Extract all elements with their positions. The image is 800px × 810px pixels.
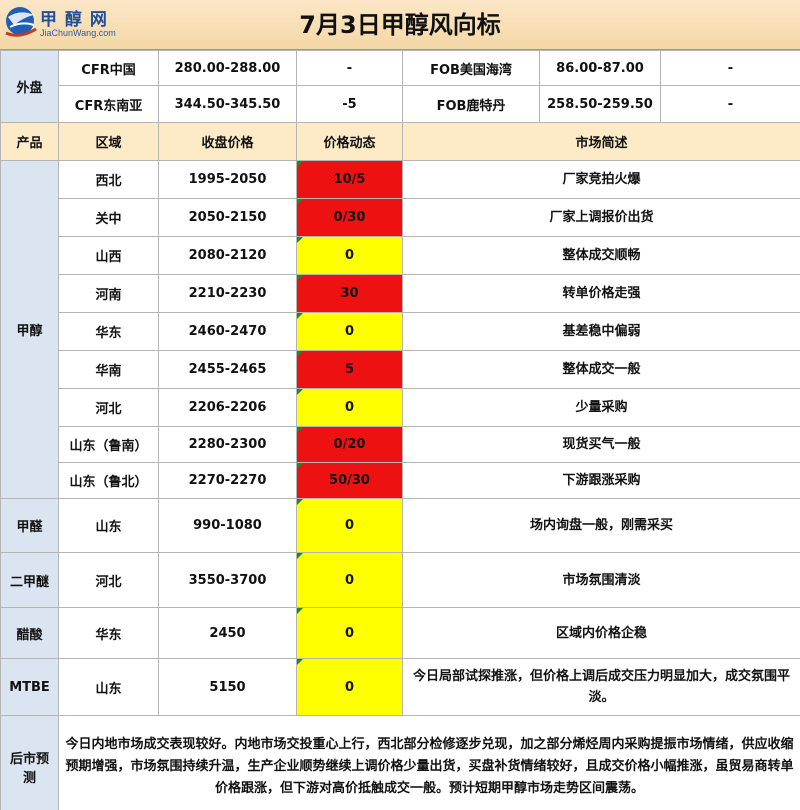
- methanol-row: 山西 2080-2120 0 整体成交顺畅: [1, 236, 800, 275]
- price-cell: 2460-2470: [158, 312, 297, 351]
- external-change: -: [660, 50, 800, 86]
- region-cell: 山东（鲁北）: [58, 462, 159, 499]
- change-cell-flat: 0: [296, 312, 403, 351]
- price-cell: 2280-2300: [158, 426, 297, 463]
- region-cell: 关中: [58, 198, 159, 237]
- product-label: 甲醛: [0, 498, 59, 553]
- price-cell: 2450: [158, 607, 297, 659]
- price-cell: 2270-2270: [158, 462, 297, 499]
- methanol-row: 山东（鲁南） 2280-2300 0/20 现货买气一般: [1, 426, 800, 463]
- methanol-report-sheet: 甲 醇 网 JiaChunWang.com 7月3日甲醇风向标 外盘 CFR中国…: [0, 0, 800, 810]
- change-cell-flat: 0: [296, 388, 403, 427]
- downstream-row: MTBE 山东 5150 0 今日局部试探推涨，但价格上调后成交压力明显加大，成…: [0, 658, 800, 716]
- change-cell-up: 10/5: [296, 160, 403, 199]
- column-header-region: 区域: [58, 122, 159, 161]
- product-label: MTBE: [0, 658, 59, 716]
- region-cell: 山东: [58, 498, 159, 553]
- downstream-row: 甲醛 山东 990-1080 0 场内询盘一般，刚需采买: [0, 498, 800, 553]
- methanol-row: 华南 2455-2465 5 整体成交一般: [1, 350, 800, 389]
- price-cell: 1995-2050: [158, 160, 297, 199]
- methanol-row: 山东（鲁北） 2270-2270 50/30 下游跟涨采购: [1, 462, 800, 499]
- external-row: CFR东南亚 344.50-345.50 -5 FOB鹿特丹 258.50-25…: [1, 85, 800, 123]
- price-cell: 5150: [158, 658, 297, 716]
- column-header-product: 产品: [0, 122, 59, 161]
- region-cell: 河南: [58, 274, 159, 313]
- summary-cell: 现货买气一般: [402, 426, 800, 463]
- region-cell: 山东（鲁南）: [58, 426, 159, 463]
- change-cell-flat: 0: [296, 658, 403, 716]
- region-cell: 河北: [58, 552, 159, 608]
- region-cell: 西北: [58, 160, 159, 199]
- external-market: CFR中国: [58, 50, 159, 86]
- change-cell-up: 0/20: [296, 426, 403, 463]
- external-market: CFR东南亚: [58, 85, 159, 123]
- column-header-close-price: 收盘价格: [158, 122, 297, 161]
- methanol-row: 河北 2206-2206 0 少量采购: [1, 388, 800, 427]
- change-cell-flat: 0: [296, 236, 403, 275]
- region-cell: 华东: [58, 312, 159, 351]
- price-cell: 990-1080: [158, 498, 297, 553]
- external-change: -: [296, 50, 403, 86]
- methanol-row: 华东 2460-2470 0 基差稳中偏弱: [1, 312, 800, 351]
- external-label: 外盘: [0, 50, 59, 123]
- region-cell: 华东: [58, 607, 159, 659]
- external-change: -5: [296, 85, 403, 123]
- column-header-market-summary: 市场简述: [402, 122, 800, 161]
- methanol-row: 关中 2050-2150 0/30 厂家上调报价出货: [1, 198, 800, 237]
- external-change: -: [660, 85, 800, 123]
- summary-cell: 转单价格走强: [402, 274, 800, 313]
- change-cell-flat: 0: [296, 607, 403, 659]
- summary-cell: 下游跟涨采购: [402, 462, 800, 499]
- region-cell: 山西: [58, 236, 159, 275]
- region-cell: 河北: [58, 388, 159, 427]
- forecast-label: 后市预测: [0, 715, 59, 810]
- price-cell: 2080-2120: [158, 236, 297, 275]
- product-label: 醋酸: [0, 607, 59, 659]
- methanol-label: 甲醇: [0, 160, 59, 499]
- summary-cell: 区域内价格企稳: [402, 607, 800, 659]
- change-cell-up: 50/30: [296, 462, 403, 499]
- summary-cell: 基差稳中偏弱: [402, 312, 800, 351]
- downstream-row: 二甲醚 河北 3550-3700 0 市场氛围清淡: [0, 552, 800, 608]
- change-cell-flat: 0: [296, 552, 403, 608]
- external-price: 280.00-288.00: [158, 50, 297, 86]
- report-header: 甲 醇 网 JiaChunWang.com 7月3日甲醇风向标: [0, 0, 800, 50]
- region-cell: 华南: [58, 350, 159, 389]
- summary-cell: 整体成交顺畅: [402, 236, 800, 275]
- forecast-text: 今日内地市场成交表现较好。内地市场交投重心上行，西北部分检修逐步兑现，加之部分烯…: [58, 715, 800, 810]
- page-title: 7月3日甲醇风向标: [299, 11, 501, 39]
- downstream-row: 醋酸 华东 2450 0 区域内价格企稳: [0, 607, 800, 659]
- external-market: FOB美国海湾: [402, 50, 540, 86]
- methanol-row: 甲醇 西北 1995-2050 10/5 厂家竞拍火爆: [0, 160, 800, 499]
- summary-cell: 场内询盘一般，刚需采买: [402, 498, 800, 553]
- summary-cell: 少量采购: [402, 388, 800, 427]
- forecast-row: 后市预测 今日内地市场成交表现较好。内地市场交投重心上行，西北部分检修逐步兑现，…: [0, 715, 800, 810]
- summary-cell: 厂家上调报价出货: [402, 198, 800, 237]
- product-label: 二甲醚: [0, 552, 59, 608]
- summary-cell: 市场氛围清淡: [402, 552, 800, 608]
- external-row: 外盘 CFR中国 280.00-288.00 - FOB美国海湾 86.00-8…: [0, 50, 800, 123]
- price-cell: 3550-3700: [158, 552, 297, 608]
- column-header-row: 产品 区域 收盘价格 价格动态 市场简述: [0, 122, 800, 161]
- change-cell-up: 30: [296, 274, 403, 313]
- change-cell-up: 0/30: [296, 198, 403, 237]
- price-cell: 2050-2150: [158, 198, 297, 237]
- change-cell-up: 5: [296, 350, 403, 389]
- price-cell: 2210-2230: [158, 274, 297, 313]
- price-cell: 2455-2465: [158, 350, 297, 389]
- external-price: 258.50-259.50: [539, 85, 661, 123]
- summary-cell: 厂家竞拍火爆: [402, 160, 800, 199]
- external-price: 86.00-87.00: [539, 50, 661, 86]
- methanol-row: 河南 2210-2230 30 转单价格走强: [1, 274, 800, 313]
- price-table: 外盘 CFR中国 280.00-288.00 - FOB美国海湾 86.00-8…: [0, 50, 800, 810]
- price-cell: 2206-2206: [158, 388, 297, 427]
- external-price: 344.50-345.50: [158, 85, 297, 123]
- column-header-price-change: 价格动态: [296, 122, 403, 161]
- external-market: FOB鹿特丹: [402, 85, 540, 123]
- change-cell-flat: 0: [296, 498, 403, 553]
- region-cell: 山东: [58, 658, 159, 716]
- summary-cell: 今日局部试探推涨，但价格上调后成交压力明显加大，成交氛围平淡。: [402, 658, 800, 716]
- summary-cell: 整体成交一般: [402, 350, 800, 389]
